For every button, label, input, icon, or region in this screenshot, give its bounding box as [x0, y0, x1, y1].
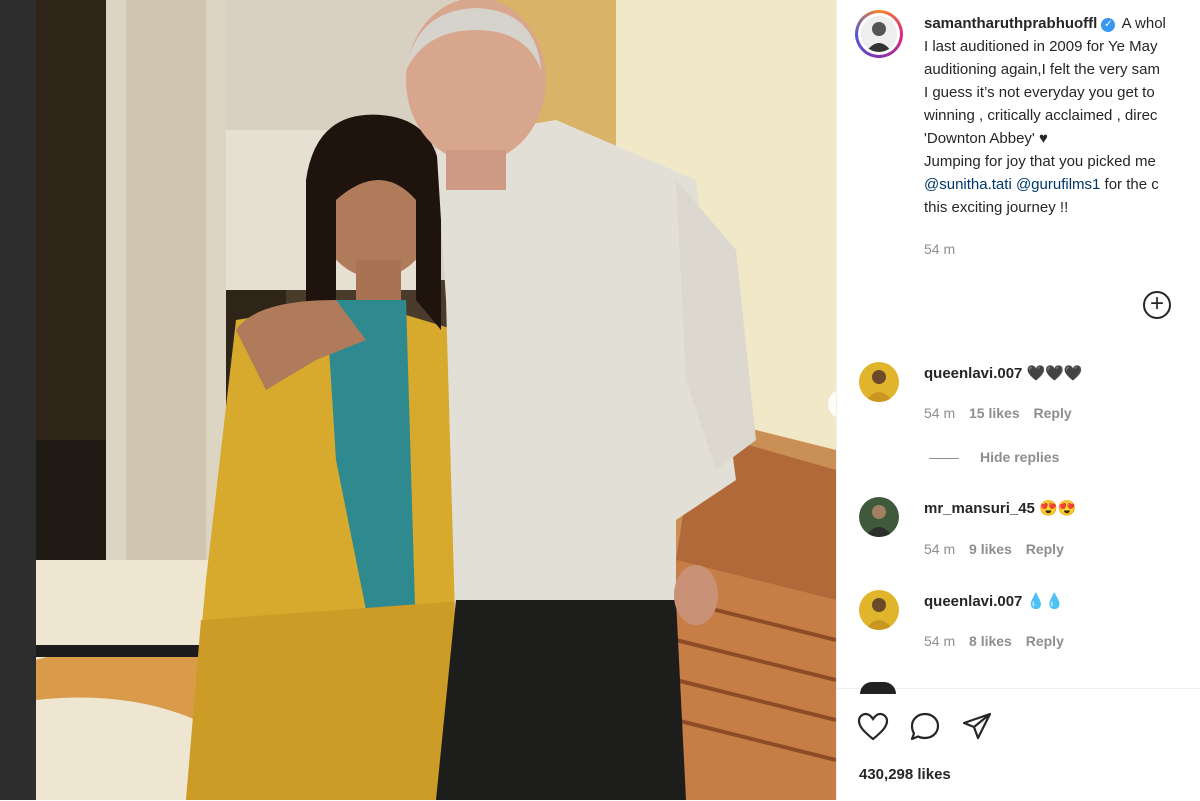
comment-avatar[interactable]	[859, 497, 899, 537]
mention-sunitha-tati[interactable]: @sunitha.tati	[924, 176, 1012, 193]
caption-line-5: winning , critically acclaimed , direc	[924, 107, 1158, 124]
post-photo[interactable]: ›	[36, 0, 836, 800]
comment-text: 🖤🖤🖤	[1026, 365, 1083, 382]
likes-count[interactable]: 430,298 likes	[859, 766, 951, 783]
post-side-panel: samantharuthprabhuoffl ✓ A whol I last au…	[836, 0, 1200, 801]
comment-avatar[interactable]	[859, 362, 899, 402]
left-edge-strip	[0, 0, 36, 800]
comment-likes[interactable]: 9 likes	[969, 541, 1012, 557]
poster-avatar[interactable]	[855, 10, 903, 58]
comment-username[interactable]: mr_mansuri_45 😍😍	[924, 499, 1076, 517]
comment-username[interactable]: queenlavi.007 🖤🖤🖤	[924, 364, 1083, 382]
comment-meta: 54 m 15 likes Reply	[924, 405, 1072, 421]
verified-badge-icon: ✓	[1101, 18, 1116, 32]
comment-username[interactable]: queenlavi.007 💧💧	[924, 592, 1064, 610]
caption-line-3: auditioning again,I felt the very sam	[924, 61, 1160, 78]
caption-line-6: 'Downton Abbey' ♥	[924, 130, 1048, 147]
post-caption: samantharuthprabhuoffl ✓ A whol I last au…	[924, 12, 1200, 219]
comment-time[interactable]: 54 m	[924, 541, 955, 557]
reply-button[interactable]: Reply	[1034, 405, 1072, 421]
heart-icon[interactable]	[857, 711, 889, 743]
post-photo-image	[36, 0, 836, 800]
comment-text: 💧💧	[1026, 593, 1064, 610]
caption-line-4: I guess it’s not everyday you get to	[924, 84, 1155, 101]
comment-meta: 54 m 9 likes Reply	[924, 541, 1064, 557]
caption-line-1: samantharuthprabhuoffl ✓ A whol	[924, 15, 1166, 32]
hide-replies-button[interactable]: Hide replies	[980, 449, 1059, 465]
comment-likes[interactable]: 8 likes	[969, 633, 1012, 649]
share-icon[interactable]	[961, 711, 993, 743]
caption-line-2: I last auditioned in 2009 for Ye May	[924, 38, 1158, 55]
comment-likes[interactable]: 15 likes	[969, 405, 1020, 421]
comment-avatar-partial	[860, 682, 896, 694]
post-time[interactable]: 54 m	[924, 241, 955, 257]
caption-line-7: Jumping for joy that you picked me	[924, 153, 1156, 170]
comment-icon[interactable]	[909, 711, 941, 743]
post-action-bar: 430,298 likes	[837, 688, 1200, 801]
comment-meta: 54 m 8 likes Reply	[924, 633, 1064, 649]
comment-text: 😍😍	[1039, 500, 1077, 517]
plus-circle-icon: +	[1149, 290, 1164, 317]
caption-line-8: @sunitha.tati @gurufilms1 for the c	[924, 176, 1159, 193]
poster-avatar-image	[861, 16, 897, 52]
reply-button[interactable]: Reply	[1026, 541, 1064, 557]
mention-gurufilms1[interactable]: @gurufilms1	[1016, 176, 1100, 193]
comment-time[interactable]: 54 m	[924, 405, 955, 421]
poster-username[interactable]: samantharuthprabhuoffl	[924, 15, 1097, 32]
hide-replies-divider	[929, 458, 959, 459]
comment-time[interactable]: 54 m	[924, 633, 955, 649]
caption-line-9: this exciting journey !!	[924, 199, 1069, 216]
load-more-comments-button[interactable]: +	[1143, 291, 1171, 319]
comment-avatar[interactable]	[859, 590, 899, 630]
reply-button[interactable]: Reply	[1026, 633, 1064, 649]
